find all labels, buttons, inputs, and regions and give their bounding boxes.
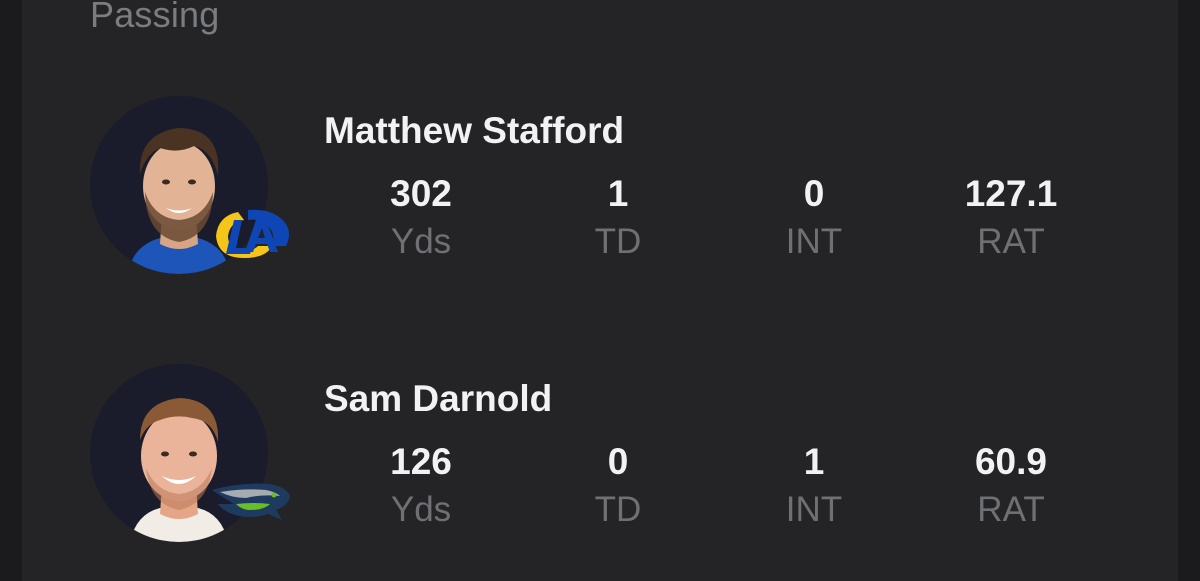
seahawks-logo-icon [210, 480, 292, 524]
stat-label: TD [594, 222, 642, 261]
stat-value: 1 [803, 441, 825, 482]
stat-label: INT [785, 222, 843, 261]
stat-interceptions: 1 INT [734, 440, 894, 532]
stat-yards: 302 Yds [341, 172, 501, 264]
stat-value: 127.1 [964, 173, 1058, 214]
stat-value: 0 [803, 173, 825, 214]
stat-value: 0 [607, 441, 629, 482]
player-row[interactable]: Sam Darnold 126 Yds 0 TD 1 INT 60.9 RAT [0, 364, 1200, 554]
stat-value: 1 [607, 173, 629, 214]
stat-label: TD [594, 490, 642, 529]
stat-value: 60.9 [974, 441, 1047, 482]
player-name[interactable]: Sam Darnold [324, 378, 552, 420]
stat-yards: 126 Yds [341, 440, 501, 532]
stat-rating: 60.9 RAT [931, 440, 1091, 532]
stat-touchdowns: 1 TD [538, 172, 698, 264]
stat-value: 302 [390, 173, 452, 214]
stat-label: Yds [390, 222, 452, 261]
stat-value: 126 [390, 441, 452, 482]
player-row[interactable]: Matthew Stafford 302 Yds 1 TD 0 INT 127.… [0, 96, 1200, 286]
player-name[interactable]: Matthew Stafford [324, 110, 624, 152]
stat-label: INT [785, 490, 843, 529]
stat-touchdowns: 0 TD [538, 440, 698, 532]
stat-rating: 127.1 RAT [931, 172, 1091, 264]
rams-logo-icon [212, 206, 292, 262]
stat-label: RAT [977, 490, 1045, 529]
section-title: Passing [90, 0, 220, 35]
stat-label: Yds [390, 490, 452, 529]
stat-label: RAT [977, 222, 1045, 261]
stat-interceptions: 0 INT [734, 172, 894, 264]
